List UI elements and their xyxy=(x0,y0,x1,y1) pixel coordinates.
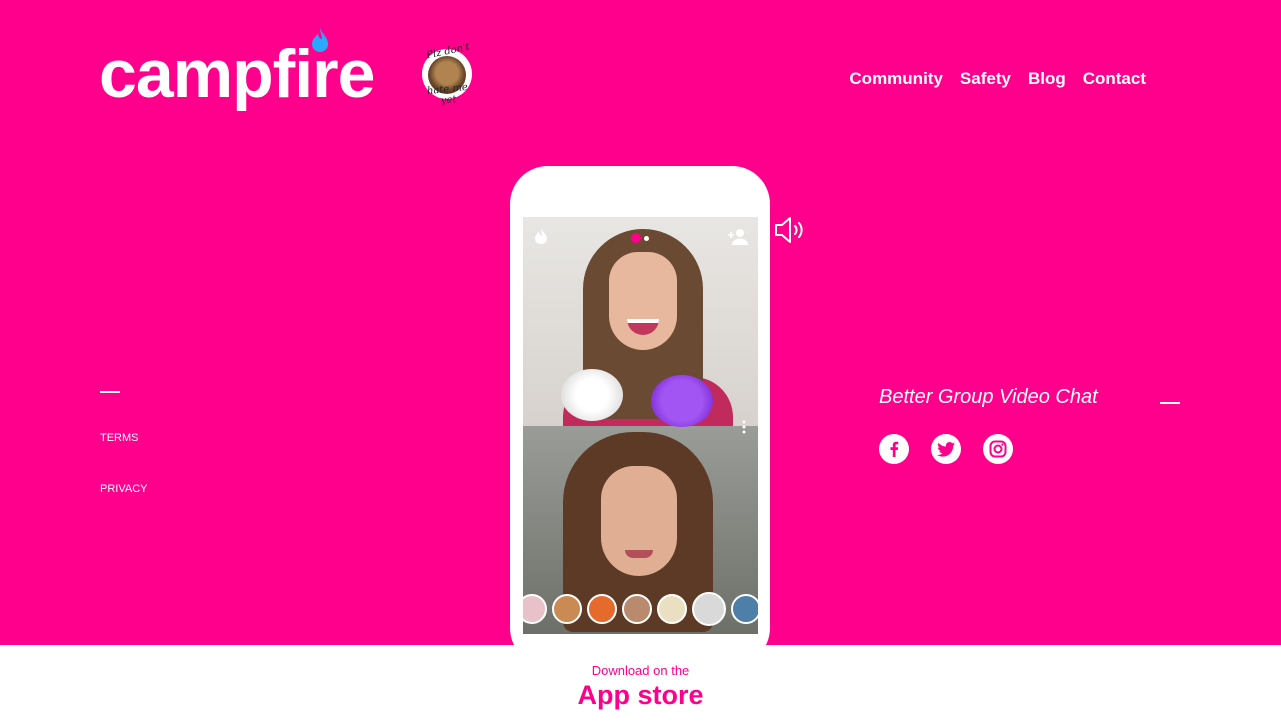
filter-brush[interactable] xyxy=(622,594,652,624)
filter-sheep[interactable] xyxy=(692,592,726,626)
filter-lips[interactable] xyxy=(523,594,547,624)
main-nav: Community Safety Blog Contact xyxy=(849,68,1146,90)
app-store-link[interactable]: App store xyxy=(0,680,1281,711)
download-caption: Download on the xyxy=(591,663,690,678)
left-divider xyxy=(100,391,120,393)
speaker-icon[interactable] xyxy=(774,214,808,246)
add-user-icon[interactable] xyxy=(728,228,748,245)
terms-link[interactable]: TERMS xyxy=(100,432,139,444)
flame-icon[interactable] xyxy=(535,228,547,244)
tagline: Better Group Video Chat xyxy=(879,386,1098,408)
nav-blog[interactable]: Blog xyxy=(1028,68,1066,90)
filter-bone[interactable] xyxy=(552,594,582,624)
white-sheep-sticker xyxy=(561,369,623,421)
filter-wand[interactable] xyxy=(657,594,687,624)
campfire-logo[interactable]: campfire xyxy=(99,28,375,116)
purple-sheep-sticker xyxy=(651,375,713,427)
nav-community[interactable]: Community xyxy=(849,68,943,90)
badge-line2: hate me yet xyxy=(426,81,469,107)
filter-fire[interactable] xyxy=(587,594,617,624)
video-tile-top xyxy=(523,217,758,437)
logo-text: campfire xyxy=(99,36,375,112)
more-options-icon[interactable] xyxy=(742,420,746,434)
monkey-badge: Plz don't hate me yet xyxy=(419,42,474,107)
app-store-bar[interactable]: Download on the App store xyxy=(0,645,1281,725)
instagram-icon[interactable] xyxy=(983,434,1013,464)
twitter-icon[interactable] xyxy=(931,434,961,464)
social-links xyxy=(879,434,1013,464)
privacy-link[interactable]: PRIVACY xyxy=(100,483,147,495)
filter-shark[interactable] xyxy=(731,594,758,624)
filter-carousel xyxy=(523,592,758,626)
right-divider xyxy=(1160,402,1180,404)
nav-safety[interactable]: Safety xyxy=(960,68,1011,90)
nav-contact[interactable]: Contact xyxy=(1083,68,1146,90)
page-indicator xyxy=(631,233,649,243)
flame-icon xyxy=(312,28,328,52)
facebook-icon[interactable] xyxy=(879,434,909,464)
video-chat-screen xyxy=(523,217,758,634)
